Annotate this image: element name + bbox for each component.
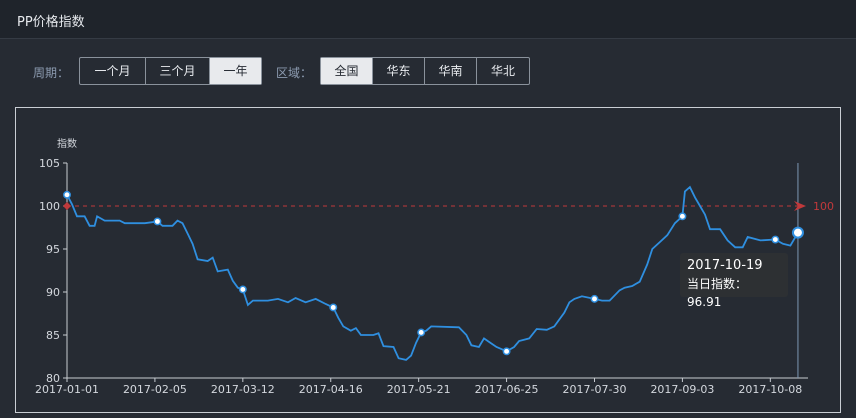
x-tick-label: 2017-06-25: [475, 383, 539, 396]
y-tick-label: 105: [39, 157, 60, 170]
y-tick-label: 100: [39, 200, 60, 213]
y-tick-label: 85: [46, 329, 60, 342]
data-tooltip: 2017-10-19 当日指数：96.91: [680, 253, 788, 309]
reference-start-marker: [63, 202, 71, 210]
y-axis-label: 指数: [57, 137, 77, 150]
x-tick-label: 2017-01-01: [35, 383, 99, 396]
x-tick-label: 2017-02-05: [123, 383, 187, 396]
data-point-marker: [502, 347, 511, 356]
x-tick-label: 2017-04-16: [299, 383, 363, 396]
data-point-marker: [417, 328, 426, 337]
x-tick-label: 2017-07-30: [563, 383, 627, 396]
y-tick-label: 95: [46, 243, 60, 256]
data-point-marker: [238, 285, 247, 294]
data-point-marker: [63, 190, 71, 199]
data-point-marker: [153, 217, 162, 226]
x-tick-label: 2017-05-21: [387, 383, 451, 396]
data-point-marker: [329, 303, 338, 312]
x-tick-label: 2017-09-03: [650, 383, 714, 396]
reference-label: 100: [813, 200, 834, 213]
price-index-chart[interactable]: 808590951001052017-01-01 2017-02-05 2017-0…: [0, 0, 856, 418]
data-point-marker: [771, 235, 780, 244]
data-point-marker: [678, 212, 687, 221]
tooltip-date: 2017-10-19: [687, 258, 763, 273]
data-point-marker: [590, 294, 599, 303]
x-tick-label: 2017-10-08: [738, 383, 802, 396]
y-tick-label: 90: [46, 286, 60, 299]
data-point-marker: [791, 226, 804, 239]
x-tick-label: 2017-03-12: [211, 383, 275, 396]
tooltip-value: 当日指数：96.91: [687, 277, 748, 309]
